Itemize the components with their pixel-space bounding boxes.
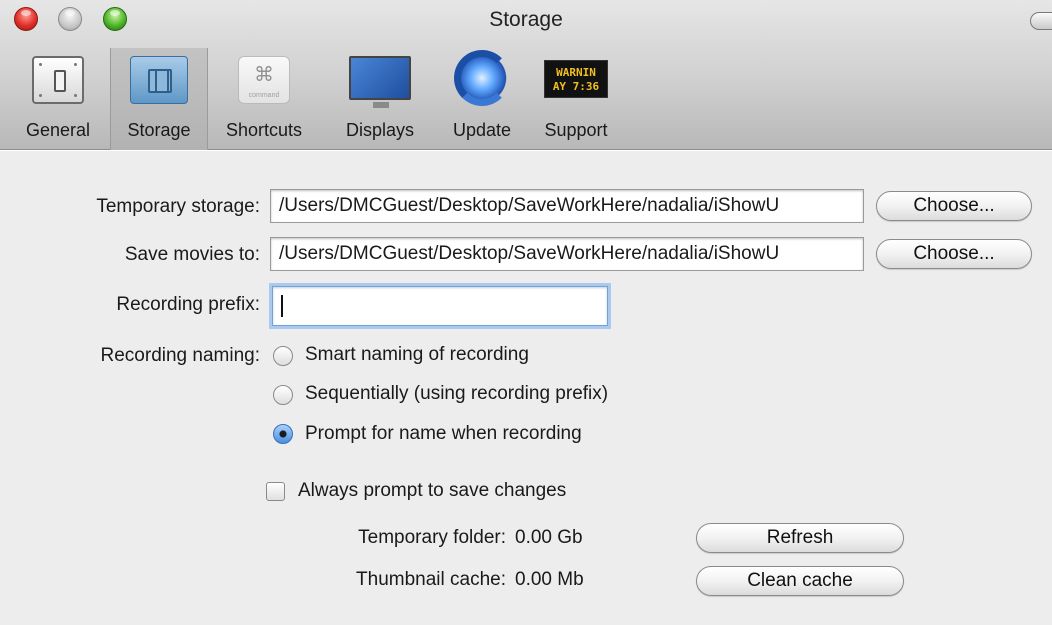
toolbar-label-shortcuts: Shortcuts (225, 120, 303, 140)
temporary-storage-path-field[interactable]: /Users/DMCGuest/Desktop/SaveWorkHere/nad… (270, 189, 864, 223)
command-key-glyph: ⌘ (254, 64, 274, 86)
toolbar-label-support: Support (544, 120, 608, 140)
radio-sequential-naming[interactable] (273, 385, 293, 405)
toolbar-label-general: General (25, 120, 91, 140)
toolbar-item-support[interactable]: WARNIN AY 7:36 Support (528, 48, 624, 150)
refresh-button[interactable]: Refresh (696, 523, 904, 553)
warning-sign-line-2: AY 7:36 (552, 80, 600, 93)
save-movies-label: Save movies to: (124, 244, 260, 265)
toolbar-item-storage[interactable]: Storage (110, 48, 208, 150)
display-monitor-icon (349, 56, 411, 108)
radio-smart-naming[interactable] (273, 346, 293, 366)
radio-label-sequential-naming: Sequentially (using recording prefix) (305, 383, 609, 404)
warning-sign-line-1: WARNIN (556, 66, 596, 79)
always-prompt-checkbox[interactable] (266, 482, 285, 501)
general-switch-icon (32, 56, 84, 104)
storage-film-icon (130, 56, 188, 104)
window-titlebar: Storage General Storage ⌘ command Shortc… (0, 0, 1052, 150)
warning-sign-icon: WARNIN AY 7:36 (544, 60, 608, 98)
toolbar-label-storage: Storage (127, 120, 191, 140)
thumbnail-cache-label: Thumbnail cache: (356, 569, 506, 590)
update-globe-icon (454, 50, 510, 106)
clean-cache-button[interactable]: Clean cache (696, 566, 904, 596)
toolbar-item-displays[interactable]: Displays (328, 48, 432, 150)
always-prompt-label: Always prompt to save changes (298, 480, 567, 501)
storage-pane: Temporary storage: /Users/DMCGuest/Deskt… (0, 151, 1052, 625)
toolbar-item-shortcuts[interactable]: ⌘ command Shortcuts (208, 48, 320, 150)
temporary-folder-size: 0.00 Gb (515, 527, 583, 548)
recording-naming-label: Recording naming: (100, 345, 260, 366)
text-cursor (281, 295, 283, 317)
save-movies-choose-button[interactable]: Choose... (876, 239, 1032, 269)
toolbar-toggle-button[interactable] (1030, 12, 1052, 30)
window-title: Storage (489, 8, 563, 31)
toolbar-label-update: Update (452, 120, 512, 140)
command-key-caption: command (248, 92, 280, 99)
radio-prompt-for-name[interactable] (273, 424, 293, 444)
temporary-folder-label: Temporary folder: (358, 527, 506, 548)
save-movies-path-field[interactable]: /Users/DMCGuest/Desktop/SaveWorkHere/nad… (270, 237, 864, 271)
radio-label-prompt-for-name: Prompt for name when recording (305, 423, 582, 444)
toolbar-label-displays: Displays (345, 120, 415, 140)
temporary-storage-choose-button[interactable]: Choose... (876, 191, 1032, 221)
toolbar-item-update[interactable]: Update (436, 48, 528, 150)
command-key-icon: ⌘ command (238, 56, 290, 104)
toolbar-item-general[interactable]: General (6, 48, 110, 150)
temporary-storage-label: Temporary storage: (96, 196, 260, 217)
recording-prefix-label: Recording prefix: (116, 294, 260, 315)
preferences-toolbar: General Storage ⌘ command Shortcuts Disp… (0, 48, 640, 150)
radio-label-smart-naming: Smart naming of recording (305, 344, 529, 365)
recording-prefix-input[interactable] (272, 286, 608, 326)
thumbnail-cache-size: 0.00 Mb (515, 569, 584, 590)
